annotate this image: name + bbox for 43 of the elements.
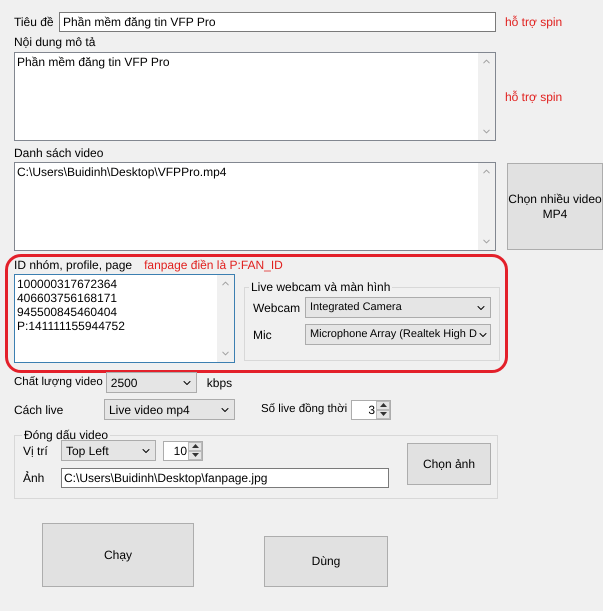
number-spinner[interactable]: 10 [163,440,203,460]
number-spinner[interactable]: 3 [351,400,391,420]
text-line: 100000317672364 [17,277,118,291]
text-line: P:141111155944752 [17,319,126,333]
field-label: Cách live [14,402,64,418]
dropdown[interactable]: 2500 [106,372,197,393]
dropdown[interactable]: Live video mp4 [104,399,235,420]
hint-text: fanpage điền là P:FAN_ID [144,257,283,274]
field-label: Nội dung mô tả [14,35,96,49]
scrollbar[interactable] [217,275,234,362]
field-label: Số live đồng thời [261,402,348,417]
text-area[interactable]: Phần mềm đăng tin VFP Pro [14,52,496,141]
action-button[interactable]: Dùng [264,536,388,587]
dropdown[interactable]: Integrated Camera [305,297,491,318]
text-line: 945500845460404 [17,305,118,319]
field-label: Mic [253,326,273,344]
dropdown[interactable]: Microphone Array (Realtek High D [305,324,491,345]
text-area[interactable]: 100000317672364 406603756168171 945500845460404 P:141111155944752 [14,274,235,363]
hint-text: hỗ trợ spin [505,88,562,106]
field-label: Tiêu đề [14,14,55,31]
dropdown[interactable]: Top Left [61,440,156,461]
field-label: Vị trí [23,442,49,460]
action-button[interactable]: Chạy [42,523,194,587]
field-label: Ảnh [23,470,46,487]
action-button[interactable]: Chọn ảnh [407,443,491,485]
field-label: Danh sách video [14,146,104,160]
spin-up-icon[interactable] [376,400,390,410]
group-title: Live webcam và màn hình [250,279,392,296]
text-line: C:\Users\Buidinh\Desktop\VFPPro.mp4 [17,165,228,179]
field-label: ID nhóm, profile, page [14,257,132,274]
scrollbar[interactable] [478,163,495,250]
field-label: kbps [206,374,232,392]
field-label: Chất lượng video [14,374,104,390]
input-field[interactable]: C:\Users\Buidinh\Desktop\fanpage.jpg [61,468,389,488]
text-line: 406603756168171 [17,291,118,305]
action-button[interactable]: Chọn nhiều video MP4 [507,163,603,250]
field-label: Webcam [253,300,302,316]
hint-text: hỗ trợ spin [505,14,562,31]
text-area[interactable]: C:\Users\Buidinh\Desktop\VFPPro.mp4 [14,162,496,251]
input-field[interactable]: Phần mềm đăng tin VFP Pro [59,12,496,32]
text-line: Phần mềm đăng tin VFP Pro [17,55,171,69]
spin-up-icon[interactable] [188,442,202,450]
scrollbar[interactable] [478,53,495,140]
